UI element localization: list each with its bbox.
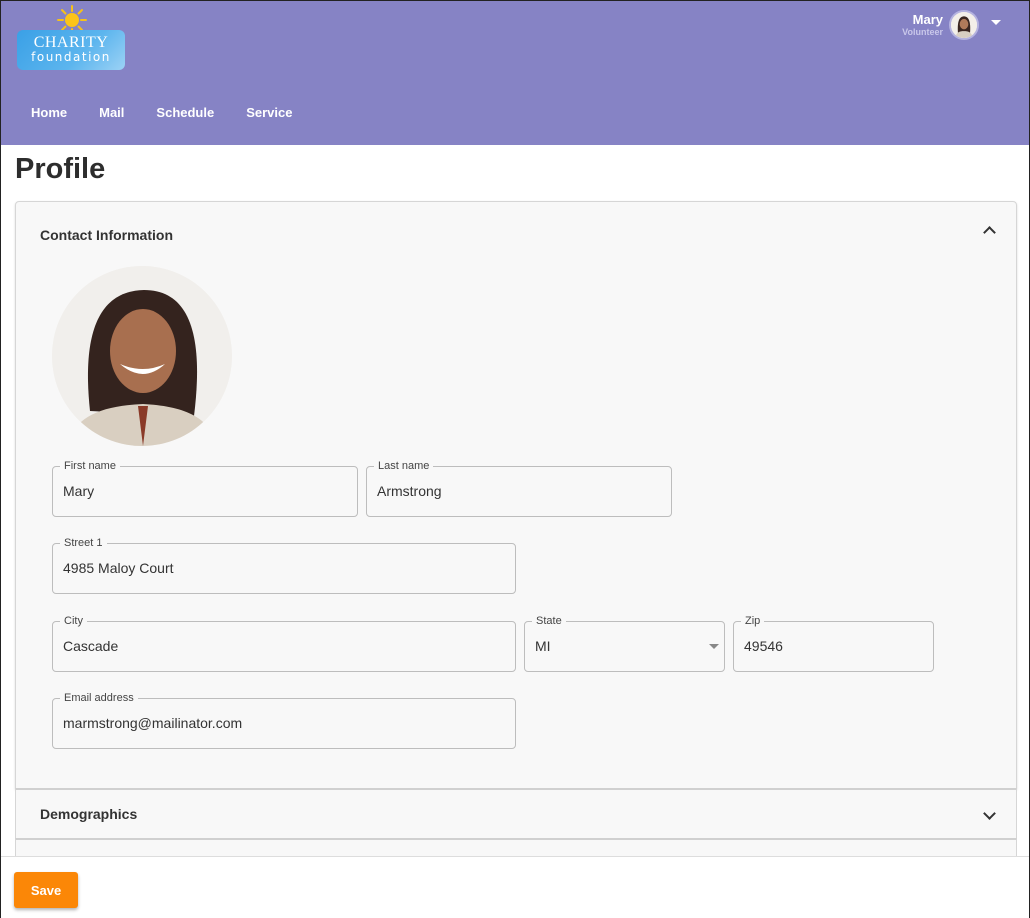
- logo-line-2: foundation: [31, 50, 111, 64]
- email-input[interactable]: [63, 715, 505, 731]
- nav-mail[interactable]: Mail: [83, 105, 140, 120]
- user-menu[interactable]: Mary Volunteer: [902, 9, 979, 41]
- user-names: Mary Volunteer: [902, 11, 943, 38]
- profile-photo-image: [52, 266, 232, 446]
- app-header: CHARITY foundation Mary Volunteer Home M…: [1, 1, 1029, 145]
- email-field[interactable]: Email address: [52, 691, 516, 749]
- zip-label: Zip: [741, 614, 765, 628]
- logo-badge: CHARITY foundation: [17, 30, 125, 70]
- demographics-header[interactable]: Demographics: [40, 806, 137, 822]
- user-avatar-icon: [951, 12, 977, 38]
- city-input[interactable]: [63, 638, 505, 654]
- first-name-label: First name: [60, 459, 120, 473]
- nav-home[interactable]: Home: [15, 105, 83, 120]
- user-avatar[interactable]: [949, 10, 979, 40]
- city-label: City: [60, 614, 87, 628]
- city-field[interactable]: City: [52, 614, 516, 672]
- last-name-input[interactable]: [377, 483, 661, 499]
- page-title: Profile: [15, 153, 106, 185]
- charity-foundation-logo[interactable]: CHARITY foundation: [17, 5, 129, 71]
- footer-bar: Save: [1, 856, 1029, 918]
- state-label: State: [532, 614, 566, 628]
- first-name-input[interactable]: [63, 483, 347, 499]
- main-nav: Home Mail Schedule Service: [15, 105, 308, 120]
- next-panel-partial: [15, 838, 1017, 858]
- profile-photo[interactable]: [52, 266, 232, 446]
- first-name-field[interactable]: First name: [52, 459, 358, 517]
- demographics-panel[interactable]: Demographics: [15, 788, 1017, 839]
- chevron-down-icon[interactable]: [983, 807, 996, 820]
- street1-field[interactable]: Street 1: [52, 536, 516, 594]
- contact-information-header[interactable]: Contact Information: [40, 227, 173, 243]
- logo-line-1: CHARITY: [33, 34, 109, 51]
- user-name: Mary: [912, 11, 943, 27]
- nav-schedule[interactable]: Schedule: [140, 105, 230, 120]
- chevron-up-icon[interactable]: [983, 226, 996, 239]
- street1-label: Street 1: [60, 536, 107, 550]
- email-label: Email address: [60, 691, 138, 705]
- save-button[interactable]: Save: [14, 872, 78, 908]
- contact-information-panel: Contact Information First name Last name…: [15, 201, 1017, 789]
- zip-input[interactable]: [744, 638, 923, 654]
- last-name-field[interactable]: Last name: [366, 459, 672, 517]
- user-menu-caret-icon[interactable]: [991, 20, 1001, 25]
- street1-input[interactable]: [63, 560, 505, 576]
- zip-field[interactable]: Zip: [733, 614, 934, 672]
- last-name-label: Last name: [374, 459, 434, 473]
- state-value[interactable]: [535, 638, 714, 654]
- nav-service[interactable]: Service: [230, 105, 308, 120]
- user-role: Volunteer: [902, 26, 943, 37]
- dropdown-arrow-icon[interactable]: [709, 644, 719, 649]
- state-select[interactable]: State: [524, 614, 725, 672]
